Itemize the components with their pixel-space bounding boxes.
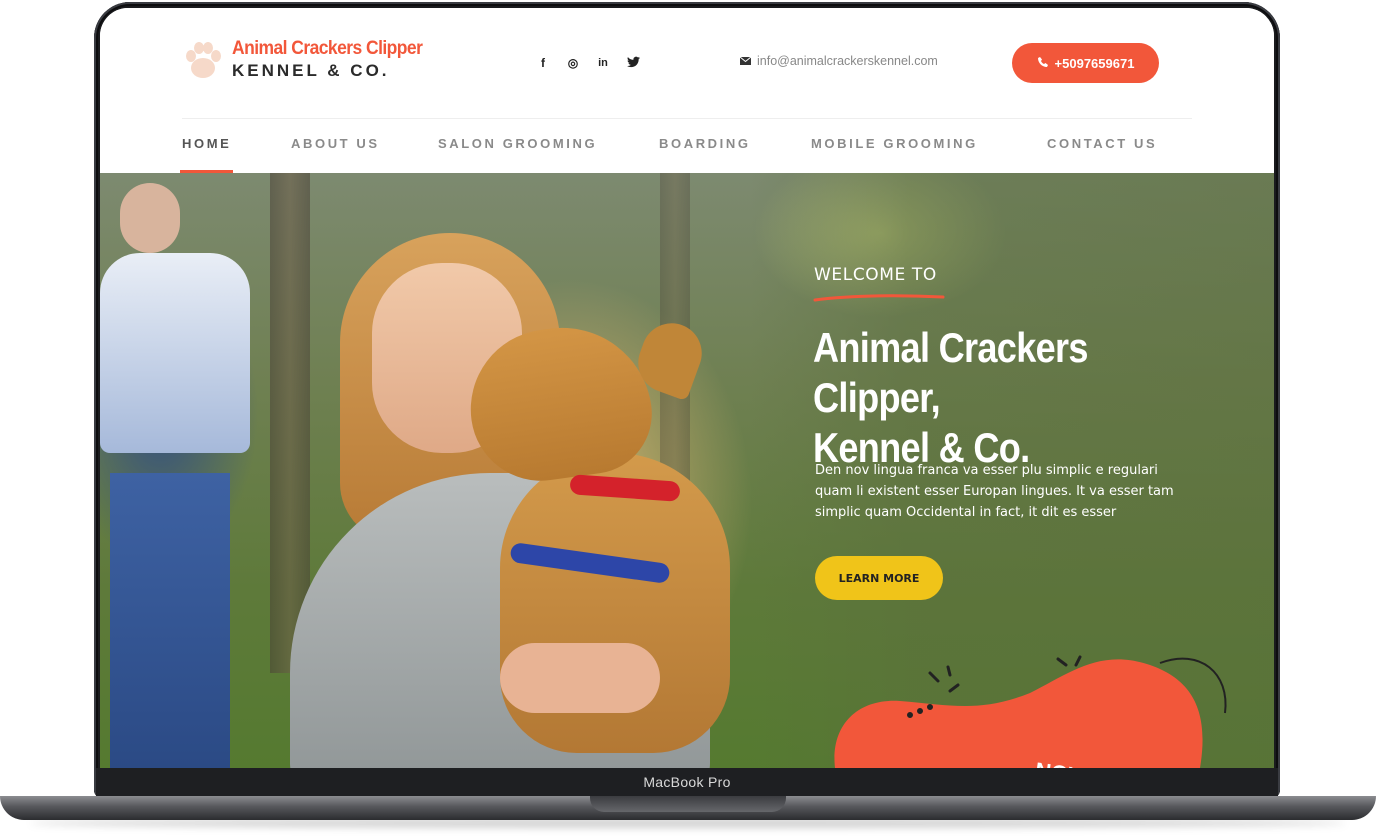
envelope-icon (740, 57, 751, 65)
nav-contact-us[interactable]: CONTACT US (1047, 118, 1157, 173)
kicker-underline (813, 294, 945, 302)
nav-salon-grooming[interactable]: SALON GROOMING (438, 118, 597, 173)
woman-hands (500, 643, 660, 713)
laptop-notch (590, 796, 786, 812)
linkedin-icon[interactable]: in (596, 56, 610, 70)
main-nav: HOME ABOUT US SALON GROOMING BOARDING MO… (100, 118, 1274, 173)
phone-number: +5097659671 (1054, 55, 1135, 71)
site-header: Animal Crackers Clipper KENNEL & CO. f ◎… (100, 8, 1274, 118)
email-text: info@animalcrackerskennel.com (757, 54, 938, 68)
brand-logo[interactable]: Animal Crackers Clipper KENNEL & CO. (182, 38, 439, 82)
nav-home[interactable]: HOME (179, 118, 234, 173)
laptop-screen: Animal Crackers Clipper KENNEL & CO. f ◎… (100, 8, 1274, 768)
hero-title-line1: Animal Crackers Clipper, (813, 324, 1088, 421)
promo-blob (834, 655, 1227, 768)
email-contact[interactable]: info@animalcrackerskennel.com (740, 54, 938, 68)
learn-more-button[interactable]: LEARN MORE (815, 556, 943, 600)
paw-icon (182, 39, 224, 81)
hero-section: WELCOME TO Animal Crackers Clipper, Kenn… (100, 173, 1274, 768)
brand-name: Animal Crackers Clipper (232, 38, 423, 59)
facebook-icon[interactable]: f (536, 56, 550, 70)
brand-subtitle: KENNEL & CO. (232, 61, 390, 80)
nav-mobile-grooming[interactable]: MOBILE GROOMING (811, 118, 978, 173)
phone-button[interactable]: +5097659671 (1012, 43, 1159, 83)
social-links: f ◎ in (536, 56, 640, 70)
device-label: MacBook Pro (643, 774, 731, 790)
phone-icon (1037, 56, 1049, 71)
hero-kicker: WELCOME TO (814, 265, 937, 285)
nav-about-us[interactable]: ABOUT US (291, 118, 380, 173)
twitter-icon[interactable] (626, 56, 640, 70)
bystander-shirt (100, 253, 250, 453)
hero-description: Den nov lingua franca va esser plu simpl… (815, 463, 1174, 520)
instagram-icon[interactable]: ◎ (566, 56, 580, 70)
bystander-jeans (110, 473, 230, 768)
nav-boarding[interactable]: BOARDING (659, 118, 751, 173)
laptop-chin: MacBook Pro (96, 768, 1278, 796)
hero-title: Animal Crackers Clipper, Kennel & Co. (813, 323, 1209, 473)
bystander-head (120, 183, 180, 253)
